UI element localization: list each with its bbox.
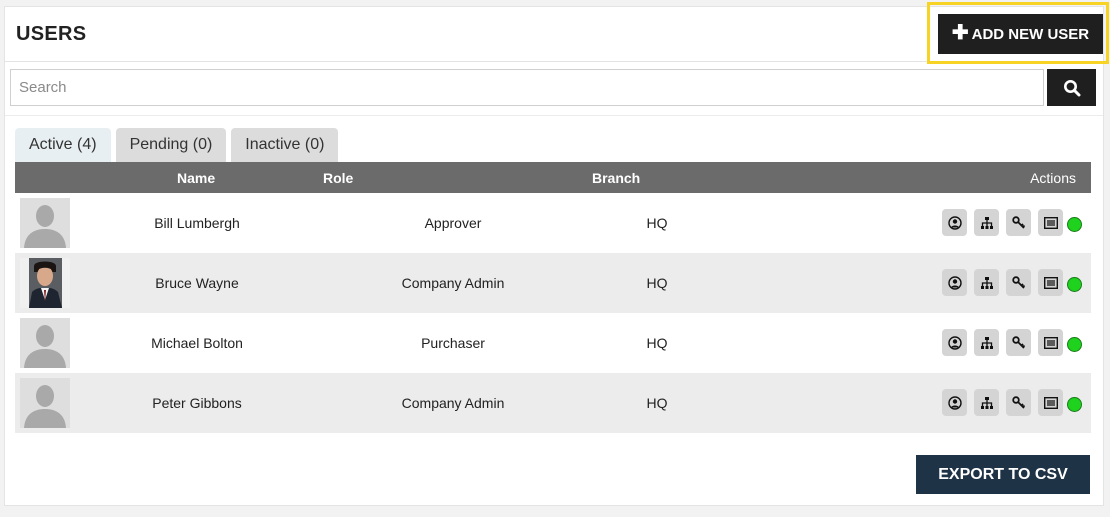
- user-profile-button[interactable]: [942, 209, 967, 236]
- tab-inactive[interactable]: Inactive (0): [231, 128, 339, 162]
- user-profile-button[interactable]: [942, 269, 967, 296]
- user-profile-icon: [947, 395, 962, 410]
- row-actions: [942, 389, 1082, 416]
- search-button[interactable]: [1047, 69, 1096, 106]
- users-card: USERS ✚ ADD NEW USER Active (4) Pending …: [4, 2, 1109, 506]
- list-icon: [1043, 336, 1058, 349]
- key-icon: [1011, 335, 1025, 349]
- table-row: Bill Lumbergh Approver HQ: [15, 193, 1091, 253]
- org-chart-icon: [980, 336, 993, 349]
- key-button[interactable]: [1006, 269, 1031, 296]
- status-indicator: [1067, 397, 1082, 412]
- status-tabs: Active (4) Pending (0) Inactive (0): [15, 128, 339, 162]
- user-profile-button[interactable]: [942, 329, 967, 356]
- default-avatar-icon: [20, 378, 70, 428]
- user-profile-icon: [947, 335, 962, 350]
- table-row: Bruce Wayne Company Admin HQ: [15, 253, 1091, 313]
- user-role: Company Admin: [401, 395, 505, 411]
- users-table: Name Role Branch Actions Bill Lumbergh A…: [15, 162, 1091, 433]
- export-to-csv-button[interactable]: EXPORT TO CSV: [916, 455, 1090, 494]
- table-header: Name Role Branch Actions: [15, 162, 1091, 193]
- user-profile-icon: [947, 275, 962, 290]
- column-header-role[interactable]: Role: [323, 170, 353, 186]
- user-branch: HQ: [646, 335, 668, 351]
- list-icon: [1043, 216, 1058, 229]
- add-new-user-button[interactable]: ✚ ADD NEW USER: [938, 14, 1103, 54]
- org-chart-icon: [980, 276, 993, 289]
- list-icon: [1043, 276, 1058, 289]
- user-role: Purchaser: [421, 335, 485, 351]
- key-icon: [1011, 215, 1025, 229]
- status-indicator: [1067, 337, 1082, 352]
- details-list-button[interactable]: [1038, 209, 1063, 236]
- org-chart-icon: [980, 396, 993, 409]
- user-profile-icon: [947, 215, 962, 230]
- user-name[interactable]: Michael Bolton: [151, 335, 243, 351]
- row-actions: [942, 269, 1082, 296]
- add-new-user-label: ADD NEW USER: [971, 25, 1090, 43]
- column-header-name[interactable]: Name: [177, 170, 215, 186]
- key-button[interactable]: [1006, 209, 1031, 236]
- user-branch: HQ: [646, 395, 668, 411]
- key-icon: [1011, 275, 1025, 289]
- search-input[interactable]: [10, 69, 1044, 106]
- user-name[interactable]: Bruce Wayne: [155, 275, 239, 291]
- plus-icon: ✚: [951, 22, 969, 44]
- list-icon: [1043, 396, 1058, 409]
- avatar: [20, 318, 70, 368]
- tab-active[interactable]: Active (4): [15, 128, 111, 162]
- user-photo-icon: [20, 258, 70, 308]
- user-role: Company Admin: [401, 275, 505, 291]
- tab-pending[interactable]: Pending (0): [115, 128, 227, 162]
- key-icon: [1011, 395, 1025, 409]
- row-actions: [942, 329, 1082, 356]
- user-branch: HQ: [646, 275, 668, 291]
- avatar: [20, 258, 70, 308]
- column-header-branch[interactable]: Branch: [592, 170, 640, 186]
- page-title: USERS: [16, 23, 87, 45]
- user-name[interactable]: Peter Gibbons: [152, 395, 242, 411]
- table-row: Michael Bolton Purchaser HQ: [15, 313, 1091, 373]
- avatar: [20, 378, 70, 428]
- user-role: Approver: [424, 215, 482, 231]
- row-actions: [942, 209, 1082, 236]
- table-row: Peter Gibbons Company Admin HQ: [15, 373, 1091, 433]
- details-list-button[interactable]: [1038, 329, 1063, 356]
- key-button[interactable]: [1006, 329, 1031, 356]
- default-avatar-icon: [20, 198, 70, 248]
- org-chart-button[interactable]: [974, 329, 999, 356]
- details-list-button[interactable]: [1038, 389, 1063, 416]
- user-profile-button[interactable]: [942, 389, 967, 416]
- user-branch: HQ: [646, 215, 668, 231]
- users-panel: Active (4) Pending (0) Inactive (0) Name…: [5, 115, 1103, 505]
- key-button[interactable]: [1006, 389, 1031, 416]
- details-list-button[interactable]: [1038, 269, 1063, 296]
- column-header-actions: Actions: [1030, 170, 1076, 186]
- org-chart-button[interactable]: [974, 389, 999, 416]
- status-indicator: [1067, 217, 1082, 232]
- default-avatar-icon: [20, 318, 70, 368]
- org-chart-icon: [980, 216, 993, 229]
- status-indicator: [1067, 277, 1082, 292]
- user-name[interactable]: Bill Lumbergh: [154, 215, 240, 231]
- org-chart-button[interactable]: [974, 209, 999, 236]
- search-icon: [1063, 79, 1080, 96]
- avatar: [20, 198, 70, 248]
- org-chart-button[interactable]: [974, 269, 999, 296]
